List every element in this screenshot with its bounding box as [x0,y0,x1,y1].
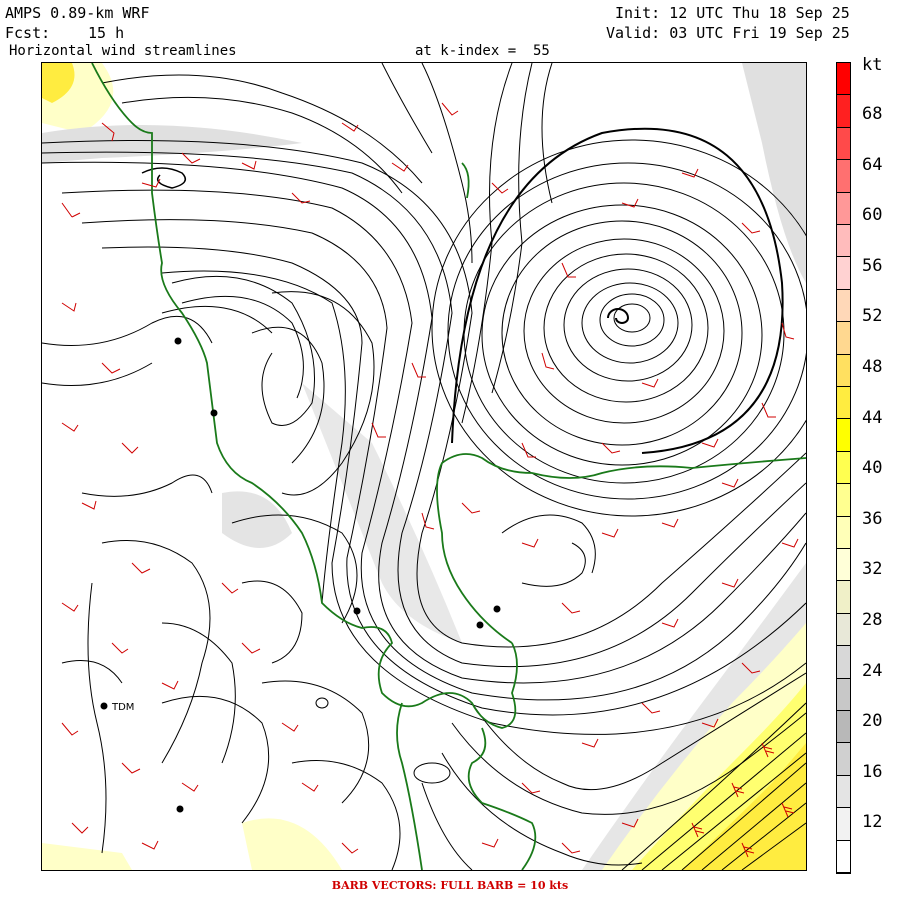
colorbar-cell [837,451,850,485]
colorbar-cell [837,387,850,420]
cyclone-streamlines [431,127,806,517]
station-dot [353,607,361,615]
colorbar-cell [837,354,850,387]
colorbar-tick-label: 56 [862,255,883,276]
colorbar-cell [837,613,850,647]
colorbar-tick-label: 28 [862,610,883,630]
colorbar-tick-label: 32 [862,559,883,580]
colorbar-cell [837,225,850,258]
colorbar-cell [837,840,850,873]
colorbar-cell [837,678,850,711]
colorbar-tick-label: 12 [862,812,883,833]
colorbar-tick-label: 68 [862,104,883,124]
colorbar-cell [837,775,850,809]
station-dot [493,605,501,613]
colorbar-tick-label: 44 [862,407,883,428]
colorbar-cell [837,289,850,323]
valid-time: Valid: 03 UTC Fri 19 Sep 25 [606,24,850,42]
colorbar-unit: kt [862,55,883,75]
colorbar-tick-label: 40 [862,458,883,479]
colorbar-cell [837,581,850,614]
speed-colorbar [836,62,851,874]
colorbar-cell [837,484,850,517]
colorbar-cell [837,127,850,161]
map-canvas: TDM [42,63,806,870]
colorbar-cell [837,516,850,549]
forecast-label: Fcst: [5,24,51,42]
station-dot [176,805,184,813]
level-label: at k-index = 55 [415,43,550,59]
colorbar-tick-label: 64 [862,154,883,175]
station-label-tdm: TDM [111,702,134,713]
station-markers [100,337,501,813]
colorbar-cell [837,549,850,582]
station-dot [174,337,182,345]
colorbar-cell [837,808,850,841]
colorbar-tick-label: 52 [862,306,883,327]
colorbar-cell [837,95,850,128]
colorbar-tick-label: 36 [862,508,883,529]
colorbar-cell [837,711,850,744]
colorbar-cell [837,63,850,96]
colorbar-tick-label: 20 [862,711,883,732]
colorbar-cell [837,743,850,776]
colorbar-cell [837,257,850,290]
colorbar-cell [837,322,850,355]
colorbar-cell [837,160,850,193]
forecast-hour: 15 h [88,24,125,42]
barb-footnote: BARB VECTORS: FULL BARB = 10 kts [331,879,569,892]
station-dot [476,621,484,629]
colorbar-cell [837,646,850,679]
station-dot [100,702,108,710]
colorbar-cell [837,419,850,452]
colorbar-tick-label: 48 [862,357,883,377]
field-title: Horizontal wind streamlines [9,43,237,59]
wind-streamline-map: TDM [41,62,807,871]
colorbar-tick-label: 60 [862,205,883,226]
colorbar-tick-label: 24 [862,660,883,681]
model-title: AMPS 0.89-km WRF [5,4,150,22]
colorbar-tick-label: 16 [862,761,883,782]
colorbar-cell [837,192,850,225]
station-dot [210,409,218,417]
init-time: Init: 12 UTC Thu 18 Sep 25 [615,4,850,22]
wind-speed-shading [42,63,806,870]
